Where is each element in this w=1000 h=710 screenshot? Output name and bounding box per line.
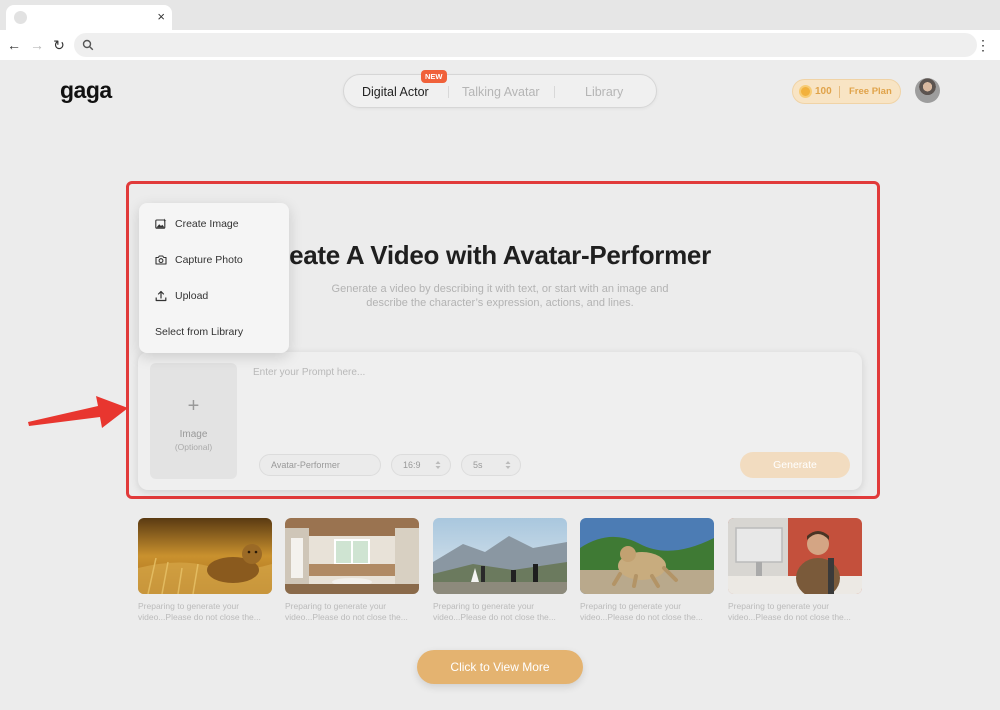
duration-select[interactable]: 5s <box>461 454 521 476</box>
credit-divider <box>839 86 840 98</box>
gallery-thumbnail-office-man[interactable] <box>728 518 862 594</box>
browser-tab-strip: × <box>0 0 1000 30</box>
image-slot-label: Image <box>179 429 208 440</box>
gallery-caption: Preparing to generate your video...Pleas… <box>728 601 851 622</box>
gallery-caption: Preparing to generate your video...Pleas… <box>580 601 703 622</box>
tab-talking-avatar[interactable]: Talking Avatar <box>462 84 540 100</box>
image-create-icon <box>155 218 167 229</box>
browser-tab[interactable]: × <box>6 5 172 30</box>
new-badge: NEW <box>421 70 447 83</box>
logo[interactable]: gaga <box>60 77 112 104</box>
page-subtitle: Generate a video by describing it with t… <box>270 282 730 310</box>
coin-icon <box>799 85 812 98</box>
menu-item-label: Upload <box>175 290 209 302</box>
model-select-value: Avatar-Performer <box>271 460 340 470</box>
menu-item-label: Create Image <box>175 218 239 230</box>
gallery-thumbnail-kitchen[interactable] <box>285 518 419 594</box>
tab-divider <box>554 86 555 98</box>
red-arrow-annotation <box>28 396 128 428</box>
prompt-card: + Image (Optional) Avatar-Performer 16:9… <box>138 352 862 490</box>
stepper-icon <box>435 461 441 469</box>
image-slot-optional: (Optional) <box>174 442 213 452</box>
gallery-thumbnail-monkey[interactable] <box>580 518 714 594</box>
camera-icon <box>155 255 167 265</box>
view-more-button[interactable]: Click to View More <box>417 650 583 684</box>
avatar[interactable] <box>915 78 940 103</box>
subtitle-line-2: describe the character’s expression, act… <box>366 297 634 309</box>
tab-close-icon[interactable]: × <box>157 9 165 25</box>
stepper-icon <box>505 461 511 469</box>
gallery-thumbnail-mountain-couple[interactable] <box>433 518 567 594</box>
gallery-caption: Preparing to generate your video...Pleas… <box>285 601 408 622</box>
gallery-caption: Preparing to generate your video...Pleas… <box>138 601 261 622</box>
tab-divider <box>448 86 449 98</box>
menu-item-label: Capture Photo <box>175 254 243 266</box>
image-source-menu: Create Image Capture Photo Upload Select… <box>139 203 289 353</box>
gallery-caption: Preparing to generate your video...Pleas… <box>433 601 556 622</box>
upload-icon <box>155 290 167 302</box>
credits-plan-button[interactable]: 100 Free Plan <box>792 79 901 104</box>
back-icon[interactable]: ← <box>6 36 22 54</box>
plus-icon: + <box>187 395 200 417</box>
subtitle-line-1: Generate a video by describing it with t… <box>331 283 669 295</box>
search-icon <box>82 39 94 51</box>
menu-item-label: Select from Library <box>155 326 244 338</box>
tab-digital-actor[interactable]: Digital Actor <box>362 84 429 100</box>
address-bar[interactable] <box>74 33 977 57</box>
ratio-select[interactable]: 16:9 <box>391 454 451 476</box>
page: gaga Digital Actor Talking Avatar Librar… <box>0 60 1000 710</box>
generate-button[interactable]: Generate <box>740 452 850 478</box>
duration-select-value: 5s <box>473 460 483 470</box>
reload-icon[interactable]: ↻ <box>51 36 67 54</box>
tab-library[interactable]: Library <box>585 84 623 100</box>
image-upload-slot[interactable]: + Image (Optional) <box>150 363 237 479</box>
favicon-icon <box>14 11 27 24</box>
gallery-thumbnail-cheetah[interactable] <box>138 518 272 594</box>
ratio-select-value: 16:9 <box>403 460 421 470</box>
browser-toolbar: ← → ↻ ⋮ <box>0 30 1000 60</box>
model-select[interactable]: Avatar-Performer <box>259 454 381 476</box>
mode-tabs: Digital Actor Talking Avatar Library <box>343 74 657 108</box>
prompt-input[interactable] <box>253 360 843 384</box>
credit-count: 100 <box>815 86 832 97</box>
browser-menu-icon[interactable]: ⋮ <box>976 36 990 54</box>
plan-label: Free Plan <box>849 86 892 97</box>
forward-icon[interactable]: → <box>29 36 45 54</box>
